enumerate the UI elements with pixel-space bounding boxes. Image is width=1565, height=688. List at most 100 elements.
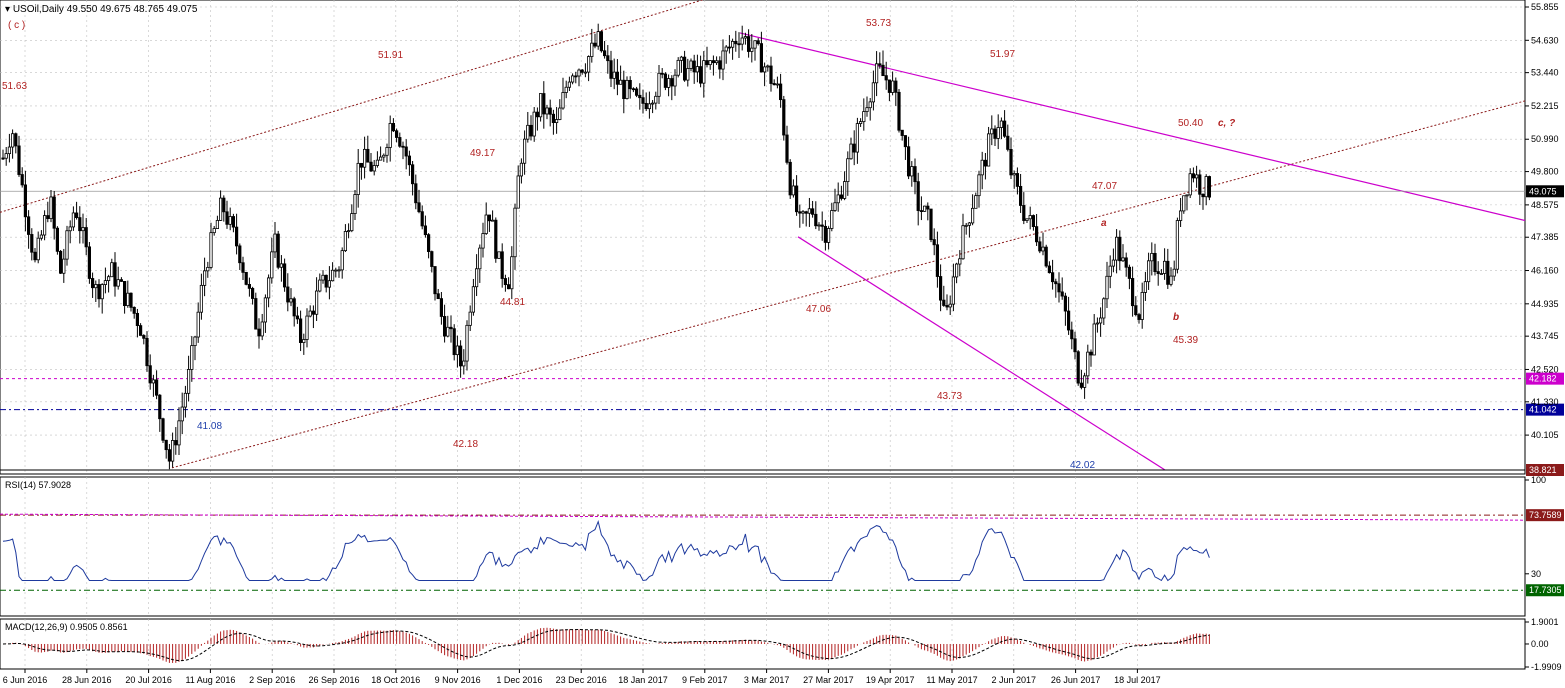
candle-body <box>401 145 405 148</box>
macd-tick-label: 1.9001 <box>1531 617 1559 627</box>
candle-body <box>1198 174 1202 195</box>
wave-annotation: 50.40 <box>1178 118 1203 129</box>
wave-annotation: 51.63 <box>2 81 27 92</box>
rsi-panel[interactable] <box>0 476 1526 617</box>
time-tick-label: 28 Jun 2016 <box>62 675 112 685</box>
candle-body <box>398 137 402 147</box>
candle-body <box>663 73 668 88</box>
wave-annotation: 49.17 <box>470 148 495 159</box>
candle-body <box>926 205 930 210</box>
candle-body <box>321 274 325 281</box>
candle-body <box>78 217 82 232</box>
candle-body <box>1099 317 1103 324</box>
candle-body <box>433 266 437 295</box>
candle-body <box>244 271 248 285</box>
candle-body <box>596 31 600 47</box>
candle-body <box>302 339 306 343</box>
candle-body <box>843 181 847 199</box>
candle-body <box>1137 314 1141 320</box>
price-tick-label: 49.800 <box>1531 167 1559 177</box>
candle-body <box>855 123 860 153</box>
candle-body <box>1060 291 1064 297</box>
candle-body <box>1015 173 1020 187</box>
candle-body <box>113 262 117 287</box>
candle-body <box>1012 173 1016 176</box>
candle-body <box>49 196 53 220</box>
candle-body <box>734 40 738 45</box>
candle-body <box>721 50 725 70</box>
time-axis: 6 Jun 2016 28 Jun 2016 20 Jul 2016 11 Aug 2… <box>3 669 1161 685</box>
candle-body <box>119 279 123 282</box>
candle-body <box>478 247 482 270</box>
candle-body <box>935 244 940 277</box>
candle-body <box>324 274 328 288</box>
candle-body <box>609 60 613 79</box>
candle-body <box>1204 176 1208 198</box>
price-tick-label: 44.935 <box>1531 299 1559 309</box>
candle-body <box>212 228 216 234</box>
candle-body <box>631 88 636 91</box>
candle-body <box>791 185 796 196</box>
candle-body <box>1111 259 1115 267</box>
candle-body <box>955 263 959 278</box>
candle-body <box>964 224 968 227</box>
price-tick-label: 40.105 <box>1531 430 1559 440</box>
candle-body <box>52 196 56 229</box>
candle-body <box>161 418 165 441</box>
price-tick-label: 50.990 <box>1531 134 1559 144</box>
candle-body <box>951 276 956 305</box>
candle-body <box>811 208 815 215</box>
candle-body <box>878 63 882 66</box>
candle-body <box>87 246 91 279</box>
candle-body <box>20 174 24 186</box>
time-tick-label: 11 May 2017 <box>926 675 977 685</box>
candle-body <box>638 94 642 99</box>
candle-body <box>945 305 949 308</box>
candle-body <box>330 269 335 282</box>
candle-body <box>654 95 658 104</box>
time-tick-label: 27 Mar 2017 <box>803 675 854 685</box>
candle-body <box>561 92 565 109</box>
candle-body <box>891 80 895 93</box>
wave-annotation: b <box>1173 312 1179 323</box>
price-tick-label: 52.215 <box>1531 101 1559 111</box>
candle-body <box>391 123 396 132</box>
candle-body <box>465 324 469 362</box>
candle-body <box>81 227 85 232</box>
candle-body <box>311 310 316 315</box>
candle-body <box>75 212 79 218</box>
candle-body <box>622 79 626 100</box>
candle-body <box>977 174 981 197</box>
candle-body <box>705 60 709 66</box>
candle-body <box>718 60 722 70</box>
candle-body <box>346 230 351 233</box>
candle-body <box>862 111 866 123</box>
trading-chart[interactable]: 42.18241.04249.07538.821 51.6351.9153.73… <box>0 0 1565 688</box>
candle-body <box>737 43 741 46</box>
candle-body <box>414 183 418 204</box>
candle-body <box>340 250 344 271</box>
candle-body <box>817 224 821 227</box>
candle-body <box>43 215 47 236</box>
macd-panel[interactable] <box>0 618 1526 670</box>
candle-body <box>46 215 50 220</box>
price-tick-label: 53.440 <box>1531 68 1559 78</box>
collapse-triangle-icon: ▾ <box>5 4 13 15</box>
candle-body <box>881 64 885 77</box>
candle-body <box>276 233 280 268</box>
candle-body <box>996 127 1000 139</box>
time-tick-label: 9 Nov 2016 <box>435 675 481 685</box>
candle-body <box>593 42 597 47</box>
candle-body <box>1127 266 1131 279</box>
rsi-upper-tag-label: 73.7589 <box>1529 510 1562 520</box>
candle-body <box>177 420 181 446</box>
candle-body <box>823 225 828 243</box>
price-tick-label: 47.385 <box>1531 232 1559 242</box>
candle-body <box>1067 310 1071 331</box>
wave-annotation: 42.18 <box>453 439 478 450</box>
candle-body <box>135 312 139 326</box>
candle-body <box>859 121 863 124</box>
candle-body <box>1019 185 1023 206</box>
candle-body <box>532 111 536 137</box>
candle-body <box>846 158 850 183</box>
